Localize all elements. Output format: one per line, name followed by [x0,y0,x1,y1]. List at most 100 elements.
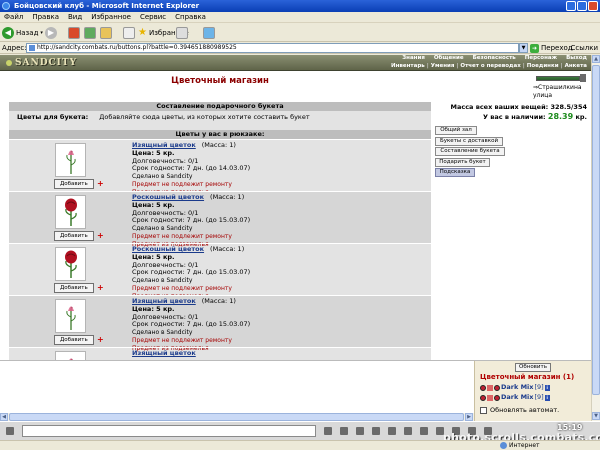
ie-icon [2,2,10,10]
item-name[interactable]: Роскошный цветок [132,245,204,253]
plus-icon[interactable]: + [97,284,104,292]
zone-label: Интернет [509,442,540,449]
delivery-bouquets-button[interactable]: Букеты с доставкой [435,136,503,146]
refresh-icon [84,26,96,39]
menu-tools[interactable]: Сервис [140,12,166,22]
auto-refresh-option[interactable]: Обновлять автомат. [480,406,559,415]
online-user[interactable]: Dark Mix [9] i [480,393,550,402]
online-list-panel: Обновить Цветочный магазин (1) Dark Mix[… [474,361,591,422]
back-label: Назад [16,28,39,37]
inventory-summary: Масса всех ваших вещей: 328.5/354 У вас … [441,103,588,122]
go-arrow-icon: ➜ [530,43,539,53]
address-label: Адрес: [2,44,27,52]
send-icon[interactable] [324,427,332,435]
search-button[interactable] [123,26,135,39]
mail-button[interactable] [203,26,215,39]
menu-file[interactable]: Файл [4,12,23,22]
scroll-up-icon[interactable]: ▲ [592,55,600,63]
scroll-left-icon[interactable]: ◀ [0,413,8,421]
sandcity-logo: SANDCITY [6,56,77,70]
hp-bar [536,76,580,81]
scroll-right-icon[interactable]: ▶ [465,413,473,421]
nav-character[interactable]: Персонаж [525,55,557,62]
home-button[interactable] [100,26,112,39]
clear-icon[interactable] [372,427,380,435]
info-icon[interactable]: i [544,384,550,391]
maximize-button[interactable] [577,1,587,11]
chat-mode-icon[interactable] [6,427,14,435]
item-name[interactable]: Изящный цветок [132,349,196,357]
forward-button[interactable]: ▶ [45,26,57,39]
menu-edit[interactable]: Правка [32,12,59,22]
add-to-bouquet-button[interactable]: Добавить [54,335,94,345]
hint-button[interactable]: Подсказка [435,168,475,178]
menu-favorites[interactable]: Избранное [91,12,131,22]
page-scrollbar[interactable]: ▲ ▼ [591,55,600,421]
smile-icon[interactable] [340,427,348,435]
plus-icon[interactable]: + [97,232,104,240]
nav-communication[interactable]: Общение [434,55,464,62]
nav-profile[interactable]: Анкета [565,63,587,70]
nav-exit[interactable]: Выход [566,55,587,62]
item-maker: Сделано в Sandcity [132,329,193,337]
item-name[interactable]: Изящный цветок [132,297,196,305]
nav-transfers[interactable]: Отчет о переводах [460,63,520,70]
common-hall-button[interactable]: Общий зал [435,126,477,135]
stop-button[interactable] [68,26,80,39]
refresh-button[interactable] [84,26,96,39]
item-name[interactable]: Изящный цветок [132,141,196,149]
menu-help[interactable]: Справка [175,12,206,22]
item-name[interactable]: Роскошный цветок [132,193,204,201]
user-level: [9] [534,383,544,391]
sound-icon[interactable] [404,427,412,435]
menu-view[interactable]: Вид [68,12,82,22]
nav-separator: | [456,63,459,69]
nav-security[interactable]: Безопасность [473,55,516,62]
bouquet-section-header: Составление подарочного букета [9,102,431,111]
add-to-bouquet-button[interactable]: Добавить [54,231,94,241]
scroll-thumb[interactable] [592,65,600,395]
nav-separator: | [426,63,429,69]
add-to-bouquet-button[interactable]: Добавить [54,179,94,189]
street-link[interactable]: ⇒Страшилкина улица [533,84,591,100]
address-dropdown-icon[interactable]: ▼ [519,43,528,53]
plus-icon[interactable]: + [97,336,104,344]
address-bar: Адрес: http://sandcity.combats.ru/button… [0,42,600,54]
nav-inventory[interactable]: Инвентарь [391,63,425,70]
url-input[interactable]: http://sandcity.combats.ru/buttons.pl?ba… [26,43,519,53]
options-icon[interactable] [420,427,428,435]
scroll-down-icon[interactable]: ▼ [592,412,600,420]
add-to-bouquet-button[interactable]: Добавить [54,283,94,293]
backpack-item: Добавить + Роскошный цветок (Масса: 1) Цена:… [9,243,431,300]
go-button[interactable]: ➜ Переход [530,43,573,53]
nav-skills[interactable]: Умения [431,63,455,70]
info-icon[interactable]: i [544,394,550,401]
nav-knowledge[interactable]: Знания [402,55,425,62]
bouquet-drop-zone: Цветы для букета: Добавляйте сюда цветы,… [9,111,431,129]
stop-icon [68,26,80,39]
compose-bouquet-button[interactable]: Составление букета [435,147,505,157]
chat-input[interactable] [22,425,316,437]
close-button[interactable] [588,1,598,11]
minimize-button[interactable] [566,1,576,11]
auto-refresh-checkbox[interactable] [480,407,487,414]
history-button[interactable] [176,26,188,39]
private-icon [494,384,500,391]
links-button[interactable]: Ссылки [570,43,598,53]
money-label: У вас в наличии: [482,113,546,121]
plus-icon[interactable]: + [97,180,104,188]
auto-refresh-label: Обновлять автомат. [490,406,560,414]
online-user[interactable]: Dark Mix [9] i [480,383,550,392]
align-icon [487,384,493,391]
filter-icon[interactable] [388,427,396,435]
menu-bar: Файл Правка Вид Избранное Сервис Справка [0,12,600,23]
nav-fights[interactable]: Поединки [527,63,559,70]
translit-icon[interactable] [356,427,364,435]
back-button[interactable]: ◀ Назад ▾ [2,26,43,39]
gift-bouquet-button[interactable]: Подарить букет [435,157,490,167]
user-name: Dark Mix [501,393,534,401]
refresh-list-button[interactable]: Обновить [515,363,551,372]
chat-scroll-thumb[interactable] [9,413,464,421]
item-mass: (Масса: 1) [210,193,245,201]
backpack-section-header: Цветы у вас в рюкзаке: [9,130,431,139]
